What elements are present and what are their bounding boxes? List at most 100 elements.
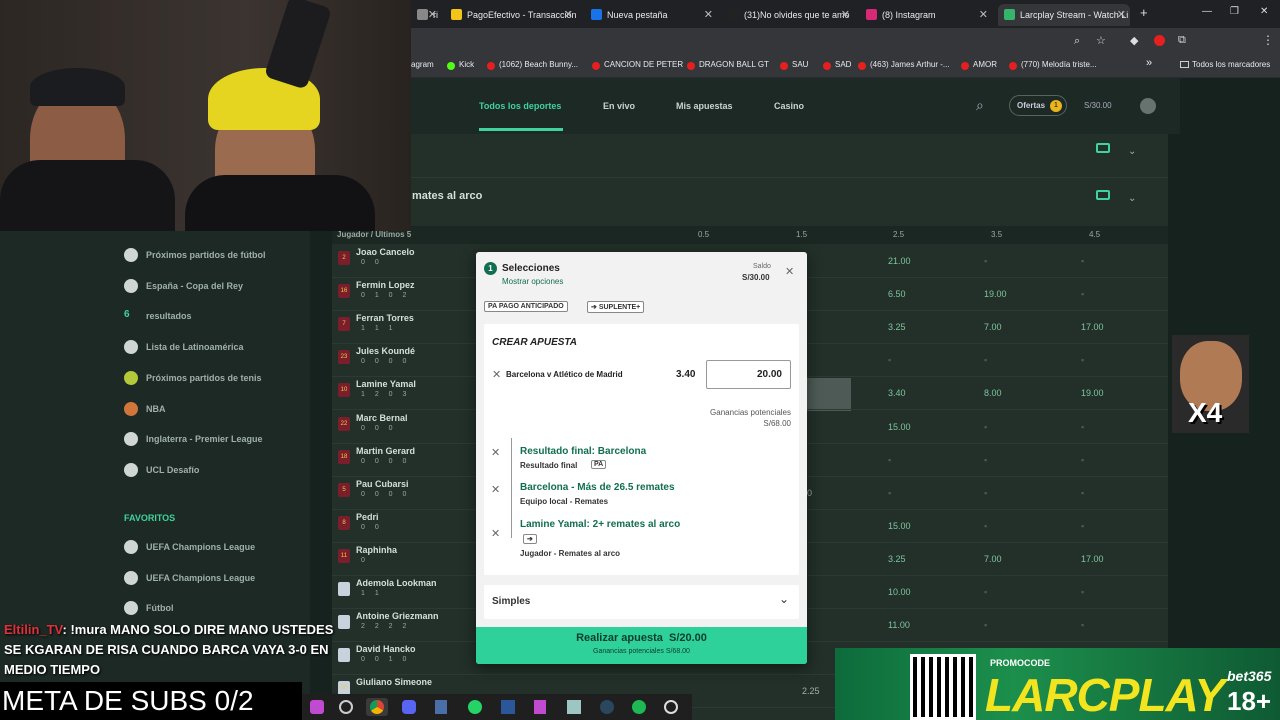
market-header-2[interactable]: mates al arco ⌄ <box>332 178 1168 222</box>
odds-cell[interactable]: 21.00 <box>888 256 911 266</box>
offers-button[interactable]: Ofertas 1 <box>1009 95 1067 116</box>
stake-input[interactable]: 20.00 <box>706 360 791 389</box>
all-bookmarks-button[interactable]: Todos los marcadores <box>1180 60 1270 69</box>
favorite-item[interactable]: UEFA Champions League <box>124 540 255 554</box>
odds-cell[interactable]: 15.00 <box>888 521 911 531</box>
browser-tab[interactable]: (31)No olvides que te amo ✕ <box>722 4 854 26</box>
tab-close-icon[interactable]: ✕ <box>564 4 573 26</box>
odds-cell[interactable]: 7.00 <box>984 554 1002 564</box>
lock-icon[interactable]: ▪ <box>1081 455 1084 465</box>
lock-icon[interactable]: ▪ <box>888 488 891 498</box>
menu-icon[interactable]: ⋮ <box>1262 33 1274 47</box>
more-bookmarks-button[interactable]: » <box>1146 57 1152 69</box>
simples-toggle[interactable]: Simples ⌄ <box>484 585 799 619</box>
favorite-item[interactable]: Fútbol <box>124 601 174 616</box>
bookmark-item[interactable]: (1062) Beach Bunny... <box>487 60 578 70</box>
lock-icon[interactable]: ▪ <box>984 422 987 432</box>
lock-icon[interactable]: ▪ <box>984 455 987 465</box>
lock-icon[interactable]: ▪ <box>888 355 891 365</box>
lock-icon[interactable]: ▪ <box>1081 256 1084 266</box>
lock-icon[interactable]: ▪ <box>984 488 987 498</box>
steam-icon[interactable] <box>600 700 614 714</box>
lock-icon[interactable]: ▪ <box>984 256 987 266</box>
extension-icon[interactable]: ◆ <box>1130 34 1138 47</box>
odds-cell[interactable]: 6.50 <box>888 289 906 299</box>
lock-icon[interactable]: ▪ <box>1081 422 1084 432</box>
lock-icon[interactable]: ▪ <box>1081 355 1084 365</box>
taskbar-app-icon[interactable] <box>534 700 546 714</box>
show-options-link[interactable]: Mostrar opciones <box>502 277 563 286</box>
browser-tab[interactable]: PagoEfectivo - Transacción ✕ <box>445 4 577 26</box>
bookmark-item[interactable]: SAD <box>823 60 851 70</box>
opera-icon[interactable] <box>1154 35 1165 46</box>
tab-close-icon[interactable]: ✕ <box>428 4 437 26</box>
bookmark-item[interactable]: (463) James Arthur -... <box>858 60 950 70</box>
puzzle-icon[interactable]: ⧉ <box>1178 34 1186 47</box>
account-icon[interactable] <box>1140 98 1156 114</box>
sidebar-item[interactable]: Inglaterra - Premier League <box>124 432 263 447</box>
window-close-icon[interactable]: ✕ <box>1260 6 1268 17</box>
odds-cell[interactable]: 2.25 <box>802 686 820 696</box>
favorite-item[interactable]: UEFA Champions League <box>124 570 255 585</box>
odds-cell[interactable]: 3.40 <box>888 388 906 398</box>
bookmark-star-icon[interactable]: ☆ <box>1096 34 1106 47</box>
lock-icon[interactable]: ▪ <box>1081 521 1084 531</box>
minimize-icon[interactable]: — <box>1202 6 1212 17</box>
nav-all-sports[interactable]: Todos los deportes <box>479 101 561 111</box>
odds-cell[interactable]: 19.00 <box>1081 388 1104 398</box>
market-header-1[interactable]: ⌄ <box>332 134 1168 178</box>
obs-icon[interactable] <box>664 700 678 714</box>
remove-selection-icon[interactable]: ✕ <box>491 446 500 459</box>
sidebar-item[interactable]: 6 resultados <box>124 309 192 321</box>
odds-cell[interactable]: 3.25 <box>888 322 906 332</box>
nav-casino[interactable]: Casino <box>774 101 804 111</box>
odds-cell[interactable]: 10.00 <box>888 587 911 597</box>
spotify-icon[interactable] <box>632 700 646 714</box>
odds-cell[interactable]: 8.00 <box>984 388 1002 398</box>
word-icon[interactable] <box>501 700 515 714</box>
sidebar-item[interactable]: NBA <box>124 401 166 416</box>
odds-cell[interactable]: 17.00 <box>1081 322 1104 332</box>
odds-cell[interactable]: 17.00 <box>1081 554 1104 564</box>
odds-cell[interactable]: 19.00 <box>984 289 1007 299</box>
taskbar-app-icon[interactable] <box>310 700 324 714</box>
tab-close-icon[interactable]: ✕ <box>979 4 988 26</box>
tab-close-icon[interactable]: ✕ <box>704 4 713 26</box>
remove-selection-icon[interactable]: ✕ <box>491 483 500 496</box>
new-tab-button[interactable]: + <box>1140 5 1148 20</box>
browser-tab[interactable]: Nueva pestaña ✕ <box>585 4 717 26</box>
bookmark-item[interactable]: (770) Melodía triste... <box>1009 60 1097 70</box>
sidebar-item[interactable]: UCL Desafío <box>124 462 199 477</box>
remove-bet-icon[interactable]: ✕ <box>492 368 501 381</box>
header-balance[interactable]: S/30.00 <box>1084 101 1112 110</box>
discord-icon[interactable] <box>402 700 416 714</box>
lock-icon[interactable]: ▪ <box>1081 587 1084 597</box>
tab-close-icon[interactable]: ✕ <box>841 4 850 26</box>
browser-tab[interactable]: ri ✕ <box>411 4 441 26</box>
search-icon[interactable]: ⌕ <box>976 97 984 114</box>
sidebar-item[interactable]: Lista de Latinoamérica <box>124 340 244 355</box>
calculator-icon[interactable] <box>435 700 447 714</box>
zoom-icon[interactable]: ⌕ <box>1074 35 1080 48</box>
restore-icon[interactable]: ❐ <box>1230 6 1239 17</box>
bookmark-item[interactable]: Kick <box>447 60 474 70</box>
nav-live[interactable]: En vivo <box>603 101 635 111</box>
whatsapp-icon[interactable] <box>468 700 482 714</box>
lock-icon[interactable]: ▪ <box>984 620 987 630</box>
browser-tab[interactable]: (8) Instagram ✕ <box>860 4 992 26</box>
taskbar-app-icon[interactable] <box>567 700 581 714</box>
taskbar-app-icon[interactable] <box>339 700 353 714</box>
lock-icon[interactable]: ▪ <box>984 355 987 365</box>
lock-icon[interactable]: ▪ <box>1081 488 1084 498</box>
close-icon[interactable]: ✕ <box>785 265 794 278</box>
lock-icon[interactable]: ▪ <box>888 455 891 465</box>
browser-tab[interactable]: Larcplay Stream - Watch Li ✕ <box>998 4 1130 26</box>
place-bet-button[interactable]: Realizar apuesta S/20.00 Ganancias poten… <box>476 627 807 664</box>
odds-cell[interactable]: 3.25 <box>888 554 906 564</box>
lock-icon[interactable]: ▪ <box>1081 289 1084 299</box>
sidebar-item[interactable]: Próximos partidos de tenis <box>124 370 262 385</box>
remove-selection-icon[interactable]: ✕ <box>491 527 500 540</box>
sidebar-item[interactable]: España - Copa del Rey <box>124 278 243 293</box>
tab-close-icon[interactable]: ✕ <box>1117 4 1126 26</box>
odds-cell[interactable]: 15.00 <box>888 422 911 432</box>
